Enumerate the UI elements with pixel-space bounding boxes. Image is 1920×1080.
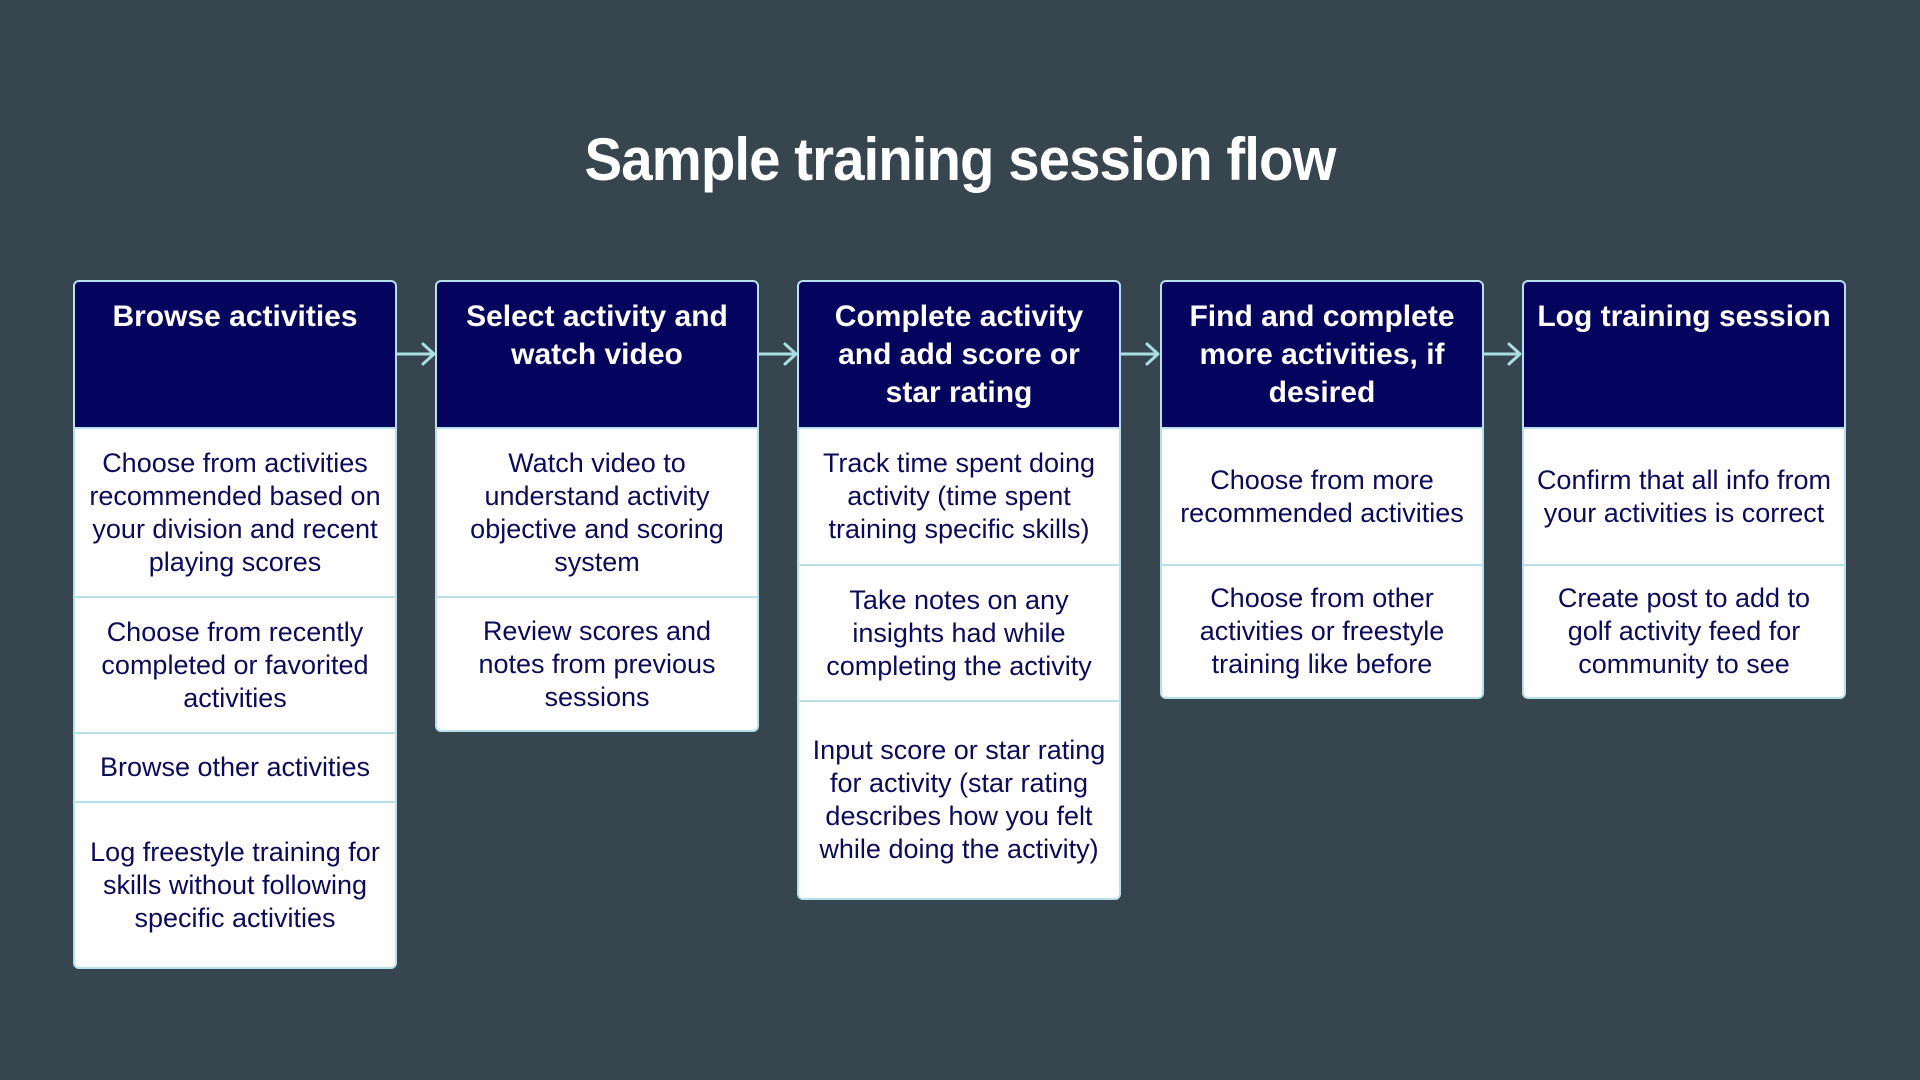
step-item: Choose from recently completed or favori… <box>75 596 395 732</box>
step-header: Find and complete more activities, if de… <box>1162 282 1482 429</box>
step-item: Input score or star rating for activity … <box>799 700 1119 898</box>
arrow-right-icon <box>1483 342 1522 366</box>
step-item: Create post to add to golf activity feed… <box>1524 564 1844 697</box>
step-item: Choose from activities recommended based… <box>89 447 381 577</box>
step-complete-activity: Complete activity and add score or star … <box>797 280 1121 900</box>
step-item: Take notes on any insights had while com… <box>799 564 1119 700</box>
step-body: Watch video to understand activity objec… <box>437 429 757 730</box>
step-item: Review scores and notes from previous se… <box>437 596 757 730</box>
step-header: Log training session <box>1524 282 1844 429</box>
arrow-right-icon <box>1121 342 1160 366</box>
step-body: Choose from more recommended activities … <box>1162 429 1482 697</box>
step-body: Choose from activities recommended based… <box>75 429 395 967</box>
step-item: Choose from more recommended activities <box>1180 464 1464 528</box>
step-select-activity: Select activity and watch video Watch vi… <box>435 280 759 732</box>
step-item: Confirm that all info from your activiti… <box>1536 464 1832 528</box>
step-item: Log freestyle training for skills withou… <box>75 801 395 967</box>
step-item: Choose from other activities or freestyl… <box>1162 564 1482 697</box>
step-log-training-session: Log training session Confirm that all in… <box>1522 280 1846 699</box>
step-find-more-activities: Find and complete more activities, if de… <box>1160 280 1484 699</box>
step-item: Track time spent doing activity (time sp… <box>822 448 1096 544</box>
page-title: Sample training session flow <box>584 126 1337 193</box>
step-browse-activities: Browse activities Choose from activities… <box>73 280 397 969</box>
step-item: Browse other activities <box>75 732 395 801</box>
arrow-right-icon <box>759 342 798 366</box>
step-header: Select activity and watch video <box>437 282 757 429</box>
step-item: Watch video to understand activity objec… <box>470 447 724 577</box>
step-body: Confirm that all info from your activiti… <box>1524 429 1844 697</box>
step-body: Track time spent doing activity (time sp… <box>799 429 1119 898</box>
step-header: Browse activities <box>75 282 395 429</box>
arrow-right-icon <box>397 342 436 366</box>
step-header: Complete activity and add score or star … <box>799 282 1119 429</box>
